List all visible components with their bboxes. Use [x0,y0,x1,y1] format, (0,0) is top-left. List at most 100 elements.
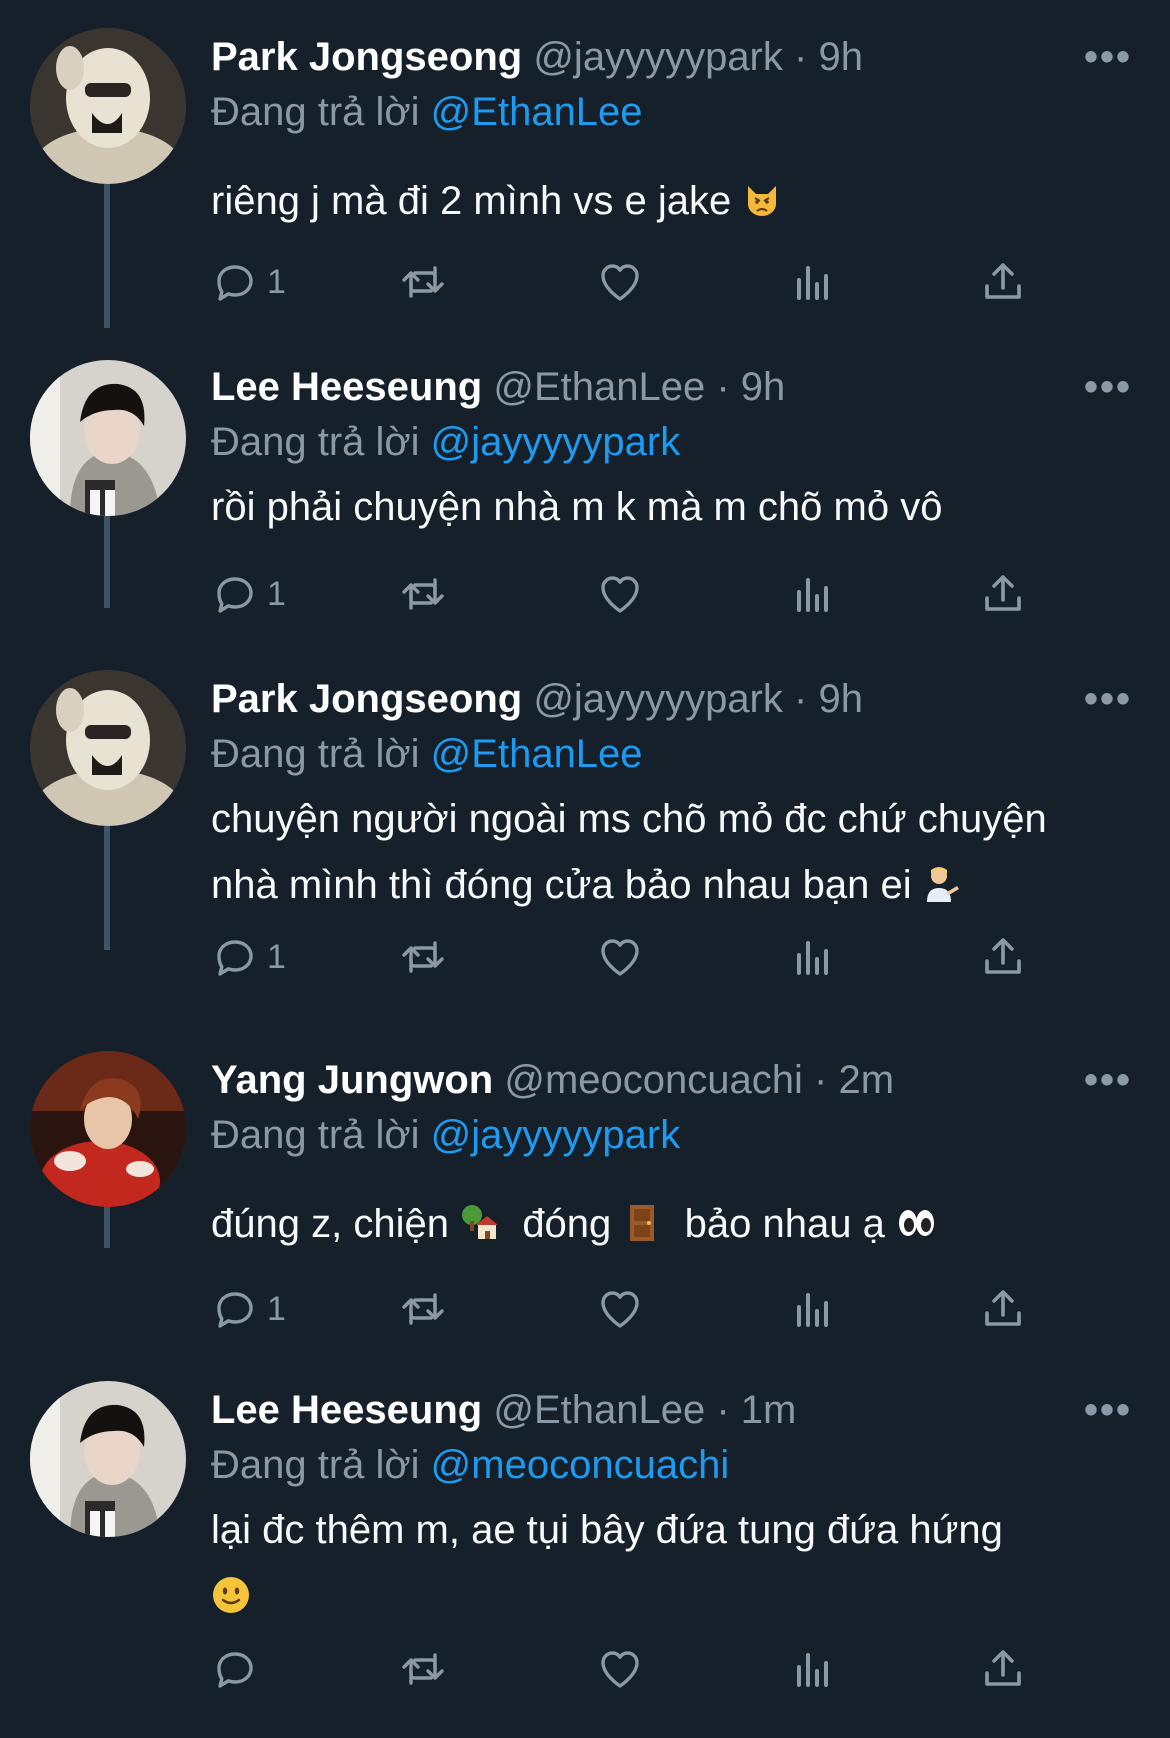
reply-button[interactable] [211,1639,267,1699]
retweet-button[interactable] [399,1279,447,1339]
mention-link[interactable]: @jayyyyypark [431,420,681,464]
views-icon [789,258,837,306]
views-button[interactable] [789,1279,837,1339]
mention-link[interactable]: @EthanLee [431,90,643,134]
share-button[interactable] [979,1279,1027,1339]
user-handle[interactable]: @meoconcuachi [504,1058,803,1102]
tweet-text-content: đúng z, chiện [211,1202,449,1246]
tweet-text: đúng z, chiện đóng bảo nhau ạ [211,1191,1130,1257]
slightly-smiling-face-emoji [211,1575,251,1615]
reply-icon [211,258,259,306]
retweet-button[interactable] [399,927,447,987]
user-handle[interactable]: @jayyyyypark [533,677,783,721]
like-button[interactable] [596,1279,644,1339]
user-handle[interactable]: @EthanLee [493,1388,705,1432]
views-icon [789,1285,837,1333]
views-button[interactable] [789,564,837,624]
views-button[interactable] [789,1639,837,1699]
mention-link[interactable]: @EthanLee [431,732,643,776]
retweet-button[interactable] [399,1639,447,1699]
separator-dot: · [794,35,808,79]
door-emoji [622,1203,662,1243]
reply-icon [211,1645,259,1693]
tweet-text-line: chuyện người ngoài ms chõ mỏ đc chứ chuy… [211,797,1047,841]
reply-button[interactable]: 1 [211,252,286,312]
house-with-garden-emoji [460,1203,500,1243]
eyes-emoji [896,1203,936,1243]
reply-count: 1 [267,574,286,613]
views-icon [789,933,837,981]
share-icon [979,933,1027,981]
replying-to-label: Đang trả lời [211,420,420,464]
avatar[interactable] [30,360,186,516]
display-name[interactable]: Yang Jungwon [211,1058,493,1102]
like-button[interactable] [596,1639,644,1699]
retweet-button[interactable] [399,252,447,312]
reply-count: 1 [267,937,286,976]
heart-icon [596,933,644,981]
display-name[interactable]: Park Jongseong [211,677,522,721]
share-button[interactable] [979,927,1027,987]
heart-icon [596,258,644,306]
share-button[interactable] [979,1639,1027,1699]
timestamp[interactable]: 9h [741,365,786,409]
share-button[interactable] [979,252,1027,312]
user-handle[interactable]: @jayyyyypark [533,35,783,79]
views-button[interactable] [789,927,837,987]
like-button[interactable] [596,564,644,624]
reply-count: 1 [267,1289,286,1328]
timestamp[interactable]: 1m [741,1388,797,1432]
heart-icon [596,1645,644,1693]
tweet-text-content: riêng j mà đi 2 mình vs e jake [211,179,732,223]
reply-icon [211,933,259,981]
action-bar [211,1639,1031,1699]
views-button[interactable] [789,252,837,312]
avatar[interactable] [30,28,186,184]
retweet-icon [399,570,447,618]
tweet-text-line: nhà mình thì đóng cửa bảo nhau bạn ei [211,852,1130,918]
avatar[interactable] [30,670,186,826]
display-name[interactable]: Lee Heeseung [211,365,482,409]
more-options-button[interactable]: ••• [1084,670,1132,728]
more-options-button[interactable]: ••• [1084,1381,1132,1439]
tweet-text-line: lại đc thêm m, ae tụi bây đứa tung đứa h… [211,1508,1003,1552]
replying-to-label: Đang trả lời [211,732,420,776]
timestamp[interactable]: 9h [818,677,863,721]
more-options-button[interactable]: ••• [1084,1051,1132,1109]
avatar[interactable] [30,1051,186,1207]
replying-to-label: Đang trả lời [211,1443,420,1487]
timestamp[interactable]: 2m [838,1058,894,1102]
reply-button[interactable]: 1 [211,1279,286,1339]
separator-dot: · [794,677,808,721]
tweet-text-content: nhà mình thì đóng cửa bảo nhau bạn ei [211,863,912,907]
share-button[interactable] [979,564,1027,624]
retweet-button[interactable] [399,564,447,624]
like-button[interactable] [596,927,644,987]
tweet-text-line [211,1563,1130,1629]
reply-button[interactable]: 1 [211,927,286,987]
more-options-button[interactable]: ••• [1084,358,1132,416]
avatar[interactable] [30,1381,186,1537]
separator-dot: · [814,1058,828,1102]
reply-count: 1 [267,262,286,301]
share-icon [979,570,1027,618]
action-bar: 1 [211,927,1031,987]
like-button[interactable] [596,252,644,312]
person-tipping-hand-emoji [923,864,963,904]
timestamp[interactable]: 9h [818,35,863,79]
reply-button[interactable]: 1 [211,564,286,624]
more-options-button[interactable]: ••• [1084,28,1132,86]
user-handle[interactable]: @EthanLee [493,365,705,409]
retweet-icon [399,1285,447,1333]
display-name[interactable]: Lee Heeseung [211,1388,482,1432]
views-icon [789,570,837,618]
mention-link[interactable]: @jayyyyypark [431,1113,681,1157]
mention-link[interactable]: @meoconcuachi [431,1443,730,1487]
share-icon [979,1645,1027,1693]
display-name[interactable]: Park Jongseong [211,35,522,79]
heart-icon [596,570,644,618]
reply-icon [211,570,259,618]
separator-dot: · [716,365,730,409]
separator-dot: · [716,1388,730,1432]
share-icon [979,258,1027,306]
